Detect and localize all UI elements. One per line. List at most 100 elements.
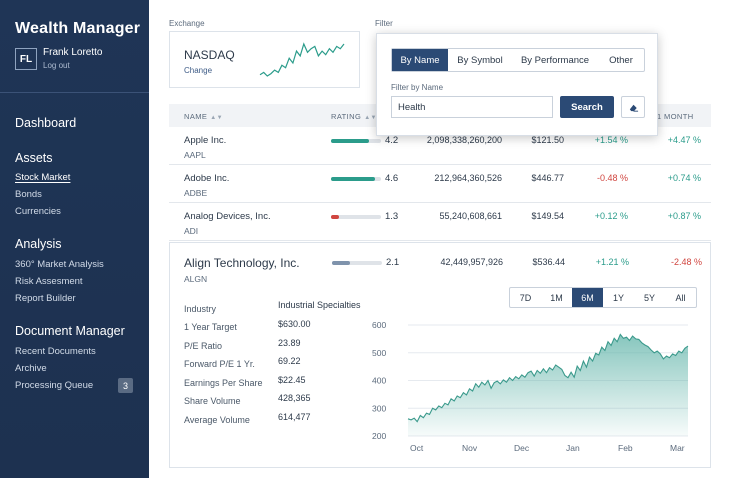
range-1y-button[interactable]: 1Y: [603, 288, 634, 307]
stat-value: $22.45: [278, 375, 306, 385]
change-1-month: -2.48 %: [670, 257, 702, 267]
price-area: [408, 334, 688, 436]
stat-value: 614,477: [278, 412, 311, 422]
nav-currencies[interactable]: Currencies: [15, 206, 61, 217]
nav-stock-market[interactable]: Stock Market: [15, 172, 70, 183]
filter-mode-tabs: By Name By Symbol By Performance Other: [391, 48, 645, 72]
column-header-1-month[interactable]: 1 MONTH: [657, 112, 694, 121]
avatar[interactable]: FL: [15, 48, 37, 70]
market-cap: 212,964,360,526: [434, 173, 502, 183]
nav-processing-queue[interactable]: Processing Queue: [15, 380, 93, 391]
table-row[interactable]: Adobe Inc. ADBE 4.6 212,964,360,526 $446…: [169, 165, 711, 203]
y-tick-label: 600: [372, 320, 386, 330]
x-tick-label: Nov: [462, 443, 478, 453]
change-1-month: +0.74 %: [667, 173, 701, 183]
stat-label: Forward P/E 1 Yr.: [184, 359, 255, 369]
nav-risk-assessment[interactable]: Risk Assesment: [15, 276, 83, 287]
filter-name-input[interactable]: [391, 96, 553, 118]
range-1m-button[interactable]: 1M: [541, 288, 572, 307]
stat-value: $630.00: [278, 319, 311, 329]
ticker: ALGN: [184, 274, 208, 284]
table-row[interactable]: Analog Devices, Inc. ADI 1.3 55,240,608,…: [169, 203, 711, 241]
stat-label: P/E Ratio: [184, 341, 223, 351]
queue-count-badge: 3: [118, 378, 133, 393]
market-cap: 2,098,338,260,200: [426, 135, 502, 145]
rating-bar: [331, 177, 381, 181]
nav-report-builder[interactable]: Report Builder: [15, 293, 76, 304]
range-5y-button[interactable]: 5Y: [634, 288, 665, 307]
nav-bonds[interactable]: Bonds: [15, 189, 42, 200]
y-tick-label: 400: [372, 376, 386, 386]
column-header-rating[interactable]: RATING ▲▼: [331, 112, 377, 121]
column-header-name[interactable]: NAME ▲▼: [184, 112, 223, 121]
logout-link[interactable]: Log out: [43, 61, 70, 70]
nav-assets-heading[interactable]: Assets: [15, 151, 53, 165]
stat-label: Earnings Per Share: [184, 378, 263, 388]
tab-by-name[interactable]: By Name: [392, 49, 448, 71]
stat-value: Industrial Specialties: [278, 300, 361, 310]
range-6m-button[interactable]: 6M: [572, 288, 603, 307]
range-7d-button[interactable]: 7D: [510, 288, 541, 307]
user-name: Frank Loretto: [43, 47, 103, 58]
brand-title: Wealth Manager: [15, 20, 141, 37]
tab-other[interactable]: Other: [598, 49, 644, 71]
price-chart[interactable]: 200 300 400 500 600 Oct Nov Dec Jan Feb Mar: [370, 317, 700, 457]
market-cap: 55,240,608,661: [439, 211, 502, 221]
change-1: +0.12 %: [594, 211, 628, 221]
change-1: +1.21 %: [595, 257, 629, 267]
sort-icon: ▲▼: [364, 115, 377, 121]
nav-market-analysis[interactable]: 360° Market Analysis: [15, 259, 104, 270]
stat-value: 69.22: [278, 356, 301, 366]
ticker: AAPL: [184, 150, 206, 160]
sidebar-divider: [0, 92, 149, 93]
eraser-icon: [629, 104, 638, 112]
price: $121.50: [531, 135, 564, 145]
y-tick-label: 200: [372, 431, 386, 441]
sidebar: Wealth Manager FL Frank Loretto Log out …: [0, 0, 149, 478]
clear-filter-button[interactable]: [621, 96, 645, 118]
nav-dashboard[interactable]: Dashboard: [15, 116, 76, 130]
stat-value: 428,365: [278, 393, 311, 403]
exchange-change-label: Change: [184, 66, 213, 75]
x-tick-label: Jan: [566, 443, 580, 453]
search-button[interactable]: Search: [560, 96, 614, 118]
stat-label: Share Volume: [184, 396, 241, 406]
change-1: +1.54 %: [594, 135, 628, 145]
rating-value: 4.2: [385, 135, 399, 146]
rating-value: 2.1: [386, 257, 400, 268]
tab-by-symbol[interactable]: By Symbol: [448, 49, 512, 71]
company-name: Analog Devices, Inc.: [184, 211, 271, 222]
stat-label: 1 Year Target: [184, 322, 237, 332]
nav-analysis-heading[interactable]: Analysis: [15, 237, 62, 251]
range-all-button[interactable]: All: [665, 288, 696, 307]
x-tick-label: Mar: [670, 443, 685, 453]
change-1-month: +4.47 %: [667, 135, 701, 145]
sort-icon: ▲▼: [210, 115, 223, 121]
exchange-card[interactable]: NASDAQ Change: [169, 31, 360, 88]
ticker: ADBE: [184, 188, 208, 198]
exchange-name: NASDAQ: [184, 48, 235, 62]
rating-bar: [331, 215, 381, 219]
range-selector: 7D 1M 6M 1Y 5Y All: [509, 287, 697, 308]
nav-archive[interactable]: Archive: [15, 363, 47, 374]
price: $149.54: [531, 211, 564, 221]
rating-value: 4.6: [385, 173, 399, 184]
stat-label: Industry: [184, 304, 217, 314]
filter-popover: By Name By Symbol By Performance Other F…: [376, 33, 658, 136]
stat-value: 23.89: [278, 338, 301, 348]
price: $536.44: [532, 257, 565, 267]
company-name: Align Technology, Inc.: [184, 256, 300, 270]
change-1: -0.48 %: [596, 173, 628, 183]
rating-bar: [331, 139, 381, 143]
nav-document-manager-heading[interactable]: Document Manager: [15, 324, 125, 338]
nav-recent-documents[interactable]: Recent Documents: [15, 346, 96, 357]
price: $446.77: [531, 173, 564, 183]
x-tick-label: Feb: [618, 443, 633, 453]
tab-by-performance[interactable]: By Performance: [512, 49, 598, 71]
rating-value: 1.3: [385, 211, 399, 222]
y-tick-label: 500: [372, 348, 386, 358]
stat-label: Average Volume: [184, 415, 250, 425]
company-name: Adobe Inc.: [184, 173, 230, 184]
filter-by-name-label: Filter by Name: [391, 83, 444, 92]
expanded-row[interactable]: Align Technology, Inc. ALGN 2.1 42,449,9…: [169, 242, 711, 468]
